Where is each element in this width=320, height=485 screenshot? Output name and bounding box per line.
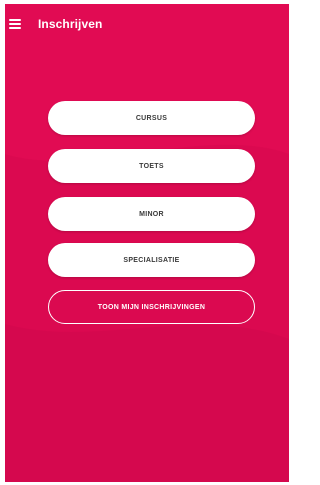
specialisatie-button[interactable]: SPECIALISATIE	[48, 243, 255, 277]
app-screen: Inschrijven CURSUS TOETS MINOR SPECIALIS…	[5, 4, 289, 482]
menu-bar-line	[9, 27, 21, 29]
menu-bar-line	[9, 19, 21, 21]
cursus-button[interactable]: CURSUS	[48, 101, 255, 135]
minor-button[interactable]: MINOR	[48, 197, 255, 231]
hamburger-menu-icon[interactable]	[9, 19, 21, 29]
show-my-enrollments-button[interactable]: TOON MIJN INSCHRIJVINGEN	[48, 290, 255, 324]
toets-button[interactable]: TOETS	[48, 149, 255, 183]
menu-bar-line	[9, 23, 21, 25]
page-title: Inschrijven	[38, 17, 103, 31]
app-bar: Inschrijven	[5, 4, 289, 46]
